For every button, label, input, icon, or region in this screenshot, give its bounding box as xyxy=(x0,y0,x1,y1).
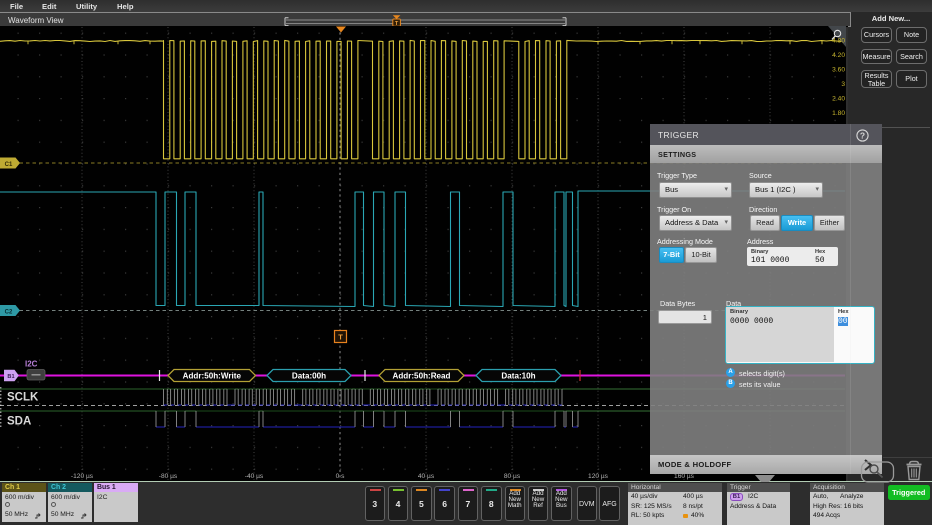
svg-text:4.80: 4.80 xyxy=(832,38,845,45)
svg-text:40 µs: 40 µs xyxy=(418,473,435,480)
svg-text:Addr:50h:Read: Addr:50h:Read xyxy=(392,371,450,380)
svg-text:I2C: I2C xyxy=(25,359,38,368)
svg-text:2.40: 2.40 xyxy=(832,96,845,103)
svg-text:SDA: SDA xyxy=(7,416,31,428)
svg-text:T: T xyxy=(338,333,343,342)
svg-text:?: ? xyxy=(860,130,865,140)
svg-text:3: 3 xyxy=(841,81,845,88)
svg-text:1.80: 1.80 xyxy=(832,110,845,117)
svg-text:Addr:50h:Write: Addr:50h:Write xyxy=(183,371,242,380)
svg-text:80 µs: 80 µs xyxy=(504,473,521,480)
svg-text:-40 µs: -40 µs xyxy=(245,473,264,480)
svg-text:C2: C2 xyxy=(5,310,13,316)
svg-text:-80 µs: -80 µs xyxy=(159,473,178,480)
svg-text:SCLK: SCLK xyxy=(7,392,39,404)
svg-text:C1: C1 xyxy=(5,162,13,168)
svg-text:0 s: 0 s xyxy=(336,473,345,480)
svg-text:Data:10h: Data:10h xyxy=(501,371,535,380)
svg-text:-120 µs: -120 µs xyxy=(71,473,94,480)
svg-text:Data:00h: Data:00h xyxy=(292,371,326,380)
svg-text:160 µs: 160 µs xyxy=(674,473,695,480)
svg-text:4.20: 4.20 xyxy=(832,52,845,59)
svg-text:3.60: 3.60 xyxy=(832,67,845,74)
svg-text:120 µs: 120 µs xyxy=(588,473,609,480)
svg-text:B1: B1 xyxy=(7,374,14,380)
